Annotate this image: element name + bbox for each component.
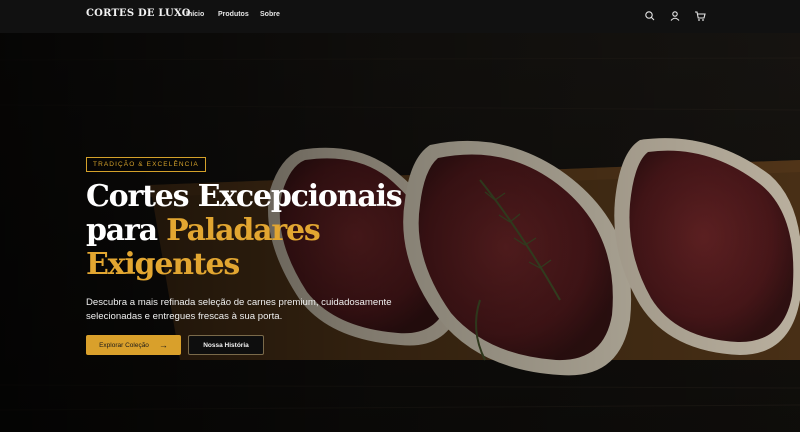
headline-line-2-white: para xyxy=(86,213,167,248)
headline-line-2-gold: Paladares xyxy=(166,213,321,248)
user-icon[interactable] xyxy=(669,10,681,22)
search-icon[interactable] xyxy=(644,10,656,22)
hero-description: Descubra a mais refinada seleção de carn… xyxy=(86,297,392,322)
headline-line-3-gold: Exigentes xyxy=(86,247,240,282)
explore-collection-label: Explorar Coleção xyxy=(99,341,149,349)
cart-icon[interactable] xyxy=(694,10,706,22)
hero-badge: TRADIÇÃO & EXCELÊNCIA xyxy=(86,157,206,172)
our-story-button[interactable]: Nossa História xyxy=(188,335,264,355)
page: CORTES DE LUXO Início Produtos Sobre TRA… xyxy=(0,0,800,432)
nav-link-sobre[interactable]: Sobre xyxy=(260,11,280,18)
brand-logo[interactable]: CORTES DE LUXO xyxy=(86,8,191,19)
top-navbar: CORTES DE LUXO Início Produtos Sobre xyxy=(0,0,800,33)
nav-link-inicio[interactable]: Início xyxy=(186,11,204,18)
hero-headline: Cortes Excepcionais para Paladares Exigent… xyxy=(86,180,426,282)
headline-line-1: Cortes Excepcionais xyxy=(86,179,403,214)
explore-collection-button[interactable]: Explorar Coleção → xyxy=(86,335,181,355)
nav-link-produtos[interactable]: Produtos xyxy=(218,11,249,18)
arrow-right-icon: → xyxy=(158,339,168,350)
